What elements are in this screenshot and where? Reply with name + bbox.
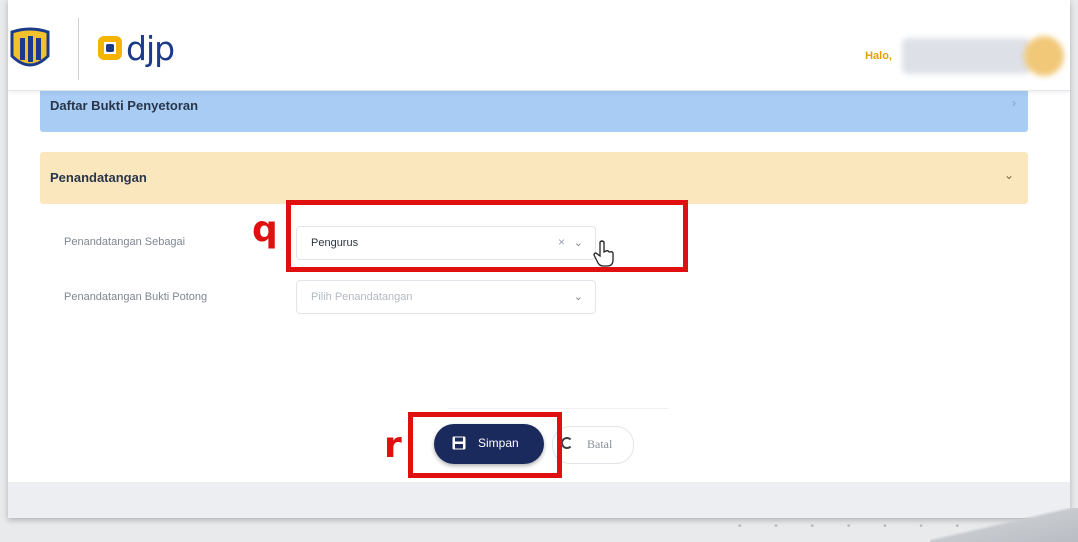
section-signing[interactable]: Penandatangan ⌄ (40, 152, 1028, 204)
annotation-box-q (286, 200, 688, 272)
annotation-label-r: r (384, 425, 402, 466)
withholding-slip-signer-label: Penandatangan Bukti Potong (64, 291, 208, 303)
chevron-down-icon: ⌄ (1003, 168, 1014, 182)
page-curl-shadow (930, 508, 1078, 542)
annotation-box-r (408, 412, 562, 478)
user-name-blurred[interactable] (902, 38, 1030, 74)
chevron-down-icon[interactable]: ⌄ (574, 290, 583, 303)
djp-logo-text: djp (126, 28, 175, 68)
ministry-emblem-icon (10, 27, 50, 67)
top-navbar: djp Halo, (8, 0, 1070, 91)
withholding-slip-signer-placeholder: Pilih Penandatangan (311, 291, 413, 303)
footer-band (8, 482, 1070, 518)
greeting-text: Halo, (865, 50, 892, 62)
section-title: Penandatangan (50, 170, 147, 185)
cancel-button[interactable]: Batal (552, 426, 634, 464)
djp-logo[interactable]: djp (98, 26, 175, 70)
withholding-slip-signer-select[interactable]: Pilih Penandatangan ⌄ (296, 280, 596, 314)
header-divider (78, 18, 79, 80)
section-deposit-proof-list[interactable]: Daftar Bukti Penyetoran › (40, 86, 1028, 132)
annotation-label-q: q (252, 209, 278, 250)
cancel-button-label: Batal (587, 437, 613, 451)
avatar[interactable] (1024, 36, 1064, 76)
divider-line (448, 408, 668, 409)
signer-as-label: Penandatangan Sebagai (64, 236, 186, 248)
djp-logo-mark (98, 36, 122, 60)
app-window: djp Halo, Daftar Bukti Penyetoran › Pena… (8, 0, 1070, 518)
chevron-right-icon: › (1012, 96, 1016, 110)
section-title: Daftar Bukti Penyetoran (50, 98, 199, 113)
circle-arrow-icon (561, 437, 573, 449)
